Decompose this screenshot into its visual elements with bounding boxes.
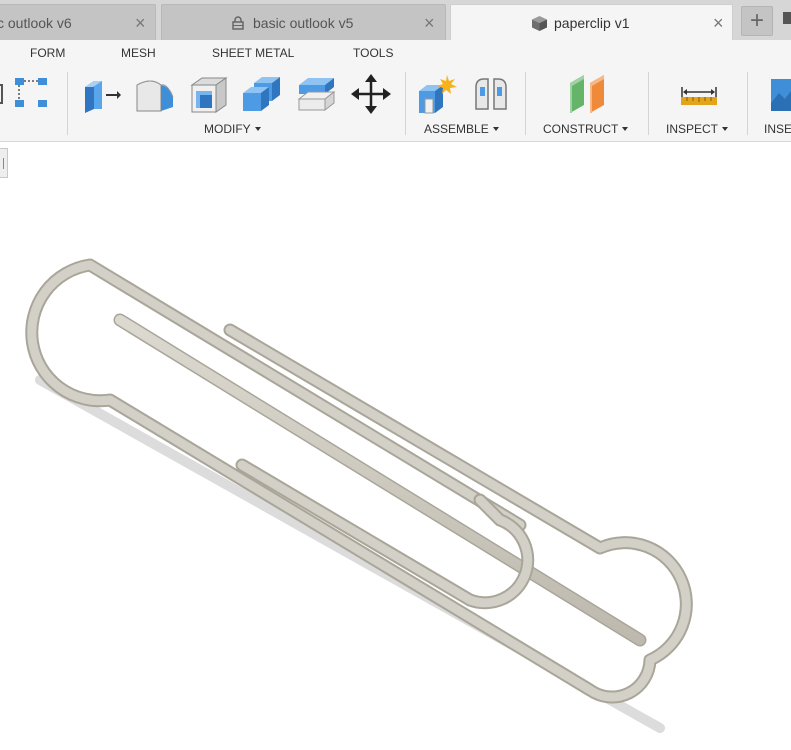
paperclip-model[interactable]	[0, 0, 791, 750]
